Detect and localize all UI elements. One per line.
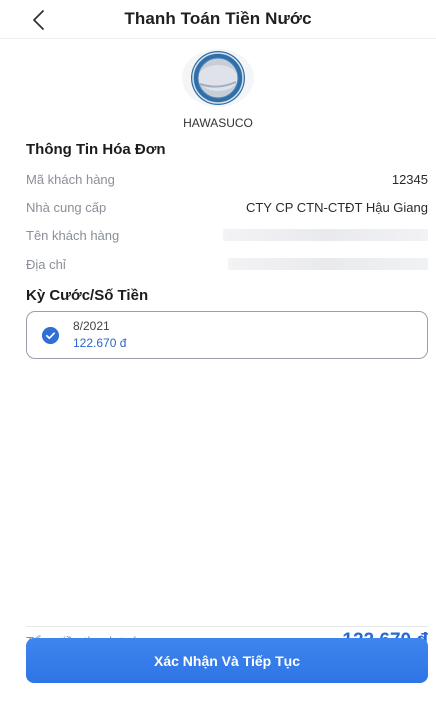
footer-divider [26, 626, 428, 627]
address-label: Địa chỉ [26, 257, 66, 272]
chevron-left-icon[interactable] [28, 8, 52, 32]
check-circle-icon [42, 327, 59, 344]
address-row: Địa chỉ [26, 257, 428, 275]
customer-code-label: Mã khách hàng [26, 172, 115, 187]
provider-row: Nhà cung cấp CTY CP CTN-CTĐT Hậu Giang [26, 200, 428, 218]
confirm-continue-button[interactable]: Xác Nhận Và Tiếp Tục [26, 638, 428, 683]
period-amount: 122.670 đ [73, 336, 127, 350]
period-month: 8/2021 [73, 319, 110, 333]
header-divider [0, 38, 436, 39]
customer-name-label: Tên khách hàng [26, 228, 120, 243]
provider-name: HAWASUCO [183, 116, 253, 130]
hawasuco-logo [182, 49, 254, 107]
period-section-title: Kỳ Cước/Số Tiền [26, 287, 149, 304]
provider-value: CTY CP CTN-CTĐT Hậu Giang [245, 200, 428, 215]
customer-name-value [223, 229, 428, 241]
provider-label: Nhà cung cấp [26, 200, 107, 215]
page-title: Thanh Toán Tiền Nước [124, 9, 312, 28]
customer-code-row: Mã khách hàng 12345 [26, 172, 428, 190]
invoice-section-title: Thông Tin Hóa Đơn [26, 141, 166, 158]
app-header: Thanh Toán Tiền Nước [0, 0, 436, 38]
period-item[interactable]: 8/2021 122.670 đ [26, 311, 428, 359]
address-value [228, 258, 428, 270]
provider-logo [0, 46, 436, 110]
customer-code-value: 12345 [391, 172, 428, 187]
customer-name-row: Tên khách hàng [26, 228, 428, 246]
